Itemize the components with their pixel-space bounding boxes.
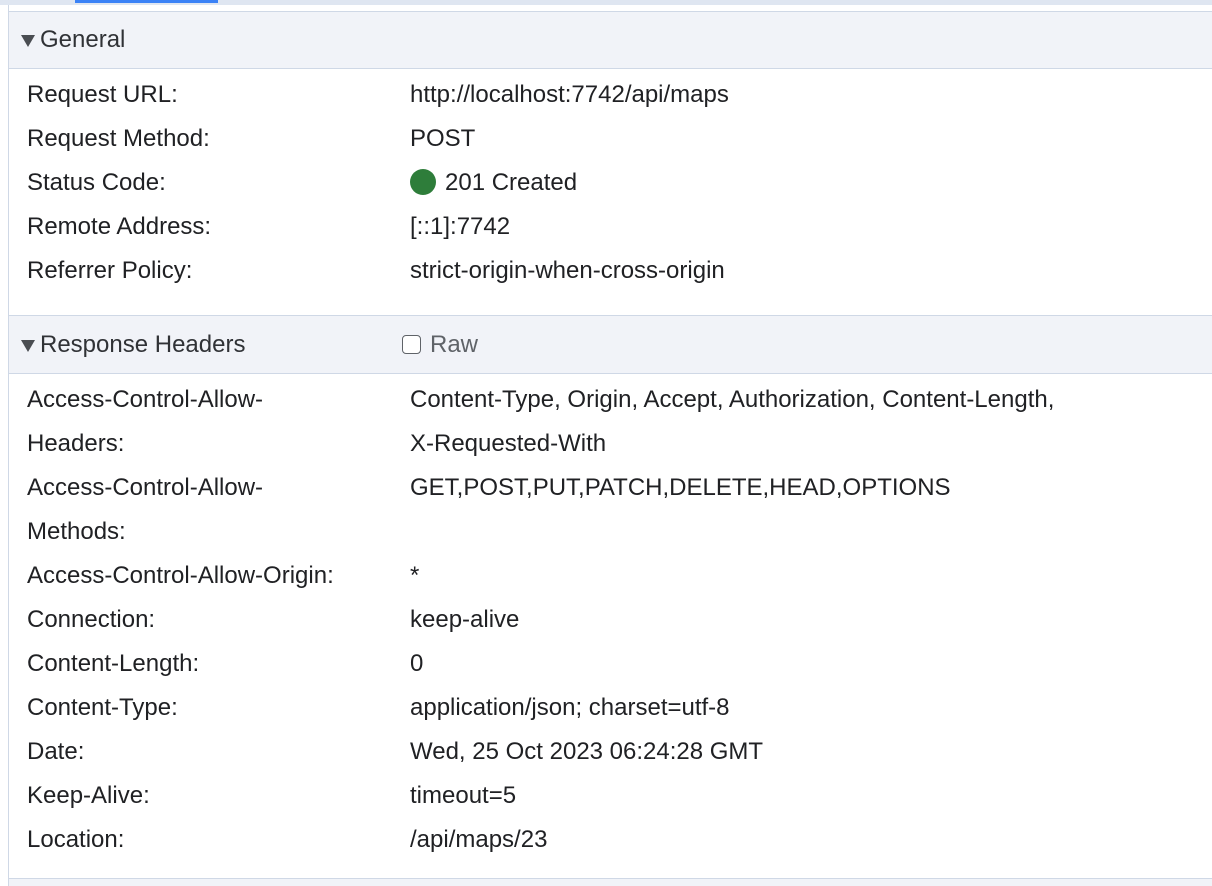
header-key: Request Method: (27, 125, 210, 152)
raw-toggle[interactable]: Raw (402, 331, 478, 359)
status-ok-icon (410, 169, 436, 195)
header-key: Location: (27, 826, 125, 853)
raw-label: Raw (430, 330, 479, 358)
header-value: http://localhost:7742/api/maps (410, 81, 729, 108)
header-value: application/json; charset=utf-8 (410, 694, 730, 721)
headers-panel: General Request URL: http://localhost:77… (8, 5, 1212, 886)
general-section-header[interactable]: General (9, 11, 1212, 69)
header-key: Referrer Policy: (27, 257, 193, 284)
header-key: Status Code: (27, 169, 166, 196)
next-section-header[interactable] (9, 878, 1212, 886)
header-value: POST (410, 125, 476, 152)
header-key: Date: (27, 738, 85, 765)
header-value: keep-alive (410, 606, 520, 633)
header-key: Keep-Alive: (27, 782, 150, 809)
header-value: [::1]:7742 (410, 213, 511, 240)
header-key: Headers: (27, 430, 125, 457)
header-value: strict-origin-when-cross-origin (410, 257, 725, 284)
status-value: 201 Created (410, 161, 1200, 205)
general-section-title: General (40, 26, 126, 53)
header-key: Content-Type: (27, 694, 178, 721)
header-value: 0 (410, 650, 424, 677)
response-headers-title: Response Headers (40, 330, 246, 358)
expand-triangle-icon[interactable] (21, 339, 35, 352)
expand-triangle-icon[interactable] (21, 35, 35, 47)
header-key: Connection: (27, 606, 156, 633)
header-key: Content-Length: (27, 650, 200, 677)
header-value: /api/maps/23 (410, 826, 548, 853)
header-key: Access-Control-Allow- (27, 386, 264, 413)
header-key: Access-Control-Allow- (27, 474, 264, 501)
header-key: Request URL: (27, 81, 178, 108)
active-tab-indicator (75, 0, 218, 3)
header-value: timeout=5 (410, 782, 517, 809)
header-key: Methods: (27, 518, 126, 545)
raw-checkbox[interactable] (402, 335, 421, 354)
header-value: Content-Type, Origin, Accept, Authorizat… (410, 386, 1055, 413)
header-key: Remote Address: (27, 213, 212, 240)
header-value: GET,POST,PUT,PATCH,DELETE,HEAD,OPTIONS (410, 474, 951, 501)
header-value: X-Requested-With (410, 430, 607, 457)
status-text: 201 Created (445, 169, 578, 196)
header-value: * (410, 562, 420, 589)
response-headers-section-header[interactable]: Response Headers Raw (9, 315, 1212, 374)
header-key: Access-Control-Allow-Origin: (27, 562, 334, 589)
header-value: Wed, 25 Oct 2023 06:24:28 GMT (410, 738, 764, 765)
